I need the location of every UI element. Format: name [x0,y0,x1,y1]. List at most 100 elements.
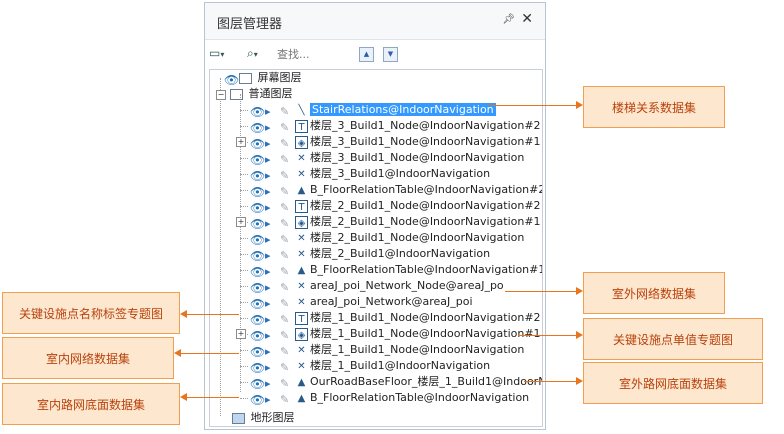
editable-pencil-icon[interactable]: ✎ [280,248,293,262]
editable-pencil-icon[interactable]: ✎ [280,376,293,390]
visibility-eye-icon[interactable]: 👁︎ [250,296,265,311]
layer-row[interactable]: 👁︎▸ ✎ ✕ 楼层_1_Build1_Node@IndoorNavigation [250,342,524,359]
collapse-toggle[interactable]: − [216,90,226,100]
visibility-eye-icon[interactable]: 👁︎ [224,72,239,87]
editable-pencil-icon[interactable]: ✎ [280,296,293,310]
selectable-arrow-icon[interactable]: ▸ [265,264,278,278]
expand-toggle[interactable]: + [236,137,246,147]
visibility-eye-icon[interactable]: 👁︎ [250,152,265,167]
layer-row[interactable]: 👁︎▸ ✎ ▲ B_FloorRelationTable@IndoorNavigati… [250,182,542,199]
editable-pencil-icon[interactable]: ✎ [280,280,293,294]
expand-toggle[interactable]: + [236,217,246,227]
selectable-arrow-icon[interactable]: ▸ [265,360,278,374]
visibility-eye-icon[interactable]: 👁︎ [250,312,265,327]
visibility-eye-icon[interactable]: 👁︎ [250,216,265,231]
network-icon: ✕ [297,248,306,260]
selectable-arrow-icon[interactable]: ▸ [265,392,278,406]
visibility-eye-icon[interactable]: 👁︎ [250,344,265,359]
editable-pencil-icon[interactable]: ✎ [280,184,293,198]
tree-line [240,110,248,111]
selectable-arrow-icon[interactable]: ▸ [265,344,278,358]
editable-pencil-icon[interactable]: ✎ [280,232,293,246]
visibility-eye-icon[interactable]: 👁︎ [250,104,265,119]
visibility-eye-icon[interactable]: 👁︎ [250,184,265,199]
visibility-eye-icon[interactable]: 👁︎ [250,200,265,215]
layer-row[interactable]: 👁︎▸ ✎ ✕ 楼层_2_Build1@IndoorNavigation [250,246,490,263]
move-up-button[interactable]: ▲ [359,47,374,62]
editable-pencil-icon[interactable]: ✎ [280,136,293,150]
layer-row[interactable]: 👁︎▸ ✎ ▲ B_FloorRelationTable@IndoorNavigati… [250,390,529,407]
layer-row[interactable]: 👁︎▸ ✎ ◈ 楼层_3_Build1_Node@IndoorNavigation#1 [250,134,541,151]
editable-pencil-icon[interactable]: ✎ [280,392,293,406]
tree-group-screen[interactable]: 👁︎ 屏幕图层 [224,70,302,87]
layer-row[interactable]: 👁︎▸ ✎ T 楼层_2_Build1_Node@IndoorNavigation#2 [250,198,541,215]
visibility-eye-icon[interactable]: 👁︎ [250,392,265,407]
editable-pencil-icon[interactable]: ✎ [280,200,293,214]
selectable-arrow-icon[interactable]: ▸ [265,200,278,214]
visibility-eye-icon[interactable]: 👁︎ [250,328,265,343]
selectable-arrow-icon[interactable]: ▸ [265,168,278,182]
selectable-arrow-icon[interactable]: ▸ [265,376,278,390]
close-icon[interactable]: ✕ [521,11,533,27]
search-input[interactable] [277,46,347,62]
visibility-eye-icon[interactable]: 👁︎ [250,248,265,263]
selectable-arrow-icon[interactable]: ▸ [265,296,278,310]
editable-pencil-icon[interactable]: ✎ [280,264,293,278]
visibility-eye-icon[interactable]: 👁︎ [250,280,265,295]
layer-row[interactable]: 👁︎▸ ✎ T 楼层_1_Build1_Node@IndoorNavigation#2 [250,310,541,327]
editable-pencil-icon[interactable]: ✎ [280,152,293,166]
unique-icon: ◈ [295,327,308,341]
layer-label: OurRoadBaseFloor_楼层_1_Build1@IndoorNa [310,375,543,388]
editable-pencil-icon[interactable]: ✎ [280,216,293,230]
layer-row[interactable]: 👁︎▸ ✎ ◈ 楼层_2_Build1_Node@IndoorNavigation#1 [250,214,541,231]
layer-row[interactable]: 👁︎▸ ✎ T 楼层_3_Build1_Node@IndoorNavigation#2 [250,118,541,135]
layer-row[interactable]: 👁︎▸ ✎ ✕ 楼层_3_Build1_Node@IndoorNavigation [250,150,524,167]
layer-row[interactable]: 👁︎▸ ✎ ✕ 楼层_3_Build1@IndoorNavigation [250,166,490,183]
selectable-arrow-icon[interactable]: ▸ [265,312,278,326]
selectable-arrow-icon[interactable]: ▸ [265,184,278,198]
expand-toggle[interactable]: + [236,329,246,339]
editable-pencil-icon[interactable]: ✎ [280,312,293,326]
visibility-eye-icon[interactable]: 👁︎ [250,376,265,391]
pin-icon[interactable]: 📌︎ [502,14,515,25]
selectable-arrow-icon[interactable]: ▸ [265,104,278,118]
region-icon: ▲ [297,184,306,196]
visibility-eye-icon[interactable]: 👁︎ [250,264,265,279]
selectable-arrow-icon[interactable]: ▸ [265,280,278,294]
selectable-arrow-icon[interactable]: ▸ [265,120,278,134]
selectable-arrow-icon[interactable]: ▸ [265,328,278,342]
editable-pencil-icon[interactable]: ✎ [280,328,293,342]
layer-row[interactable]: 👁︎▸ ✎ ✕ 楼层_2_Build1_Node@IndoorNavigation [250,230,524,247]
selectable-arrow-icon[interactable]: ▸ [265,152,278,166]
visibility-eye-icon[interactable]: 👁︎ [250,232,265,247]
layer-row[interactable]: 👁︎▸ ✎ ▲ OurRoadBaseFloor_楼层_1_Build1@Indoor… [250,374,543,391]
panel-title: 图层管理器 [217,17,283,32]
layer-row[interactable]: 👁︎▸ ✎ ▲ B_FloorRelationTable@IndoorNavigati… [250,262,542,279]
selectable-arrow-icon[interactable]: ▸ [265,248,278,262]
visibility-eye-icon[interactable]: 👁︎ [250,168,265,183]
selectable-arrow-icon[interactable]: ▸ [265,232,278,246]
layer-row[interactable]: 👁︎▸ ✎ ✕ areaJ_poi_Network_Node@areaJ_po [250,278,504,295]
layer-row[interactable]: 👁︎▸ ✎ ◈ 楼层_1_Build1_Node@IndoorNavigation#1 [250,326,541,343]
tree-group-normal[interactable]: 普通图层 [230,86,293,102]
tree-group-label: 地形图层 [250,411,295,424]
callout-outdoor-network: 室外网络数据集 [583,272,725,314]
visibility-eye-icon[interactable]: 👁︎ [250,360,265,375]
layer-row[interactable]: 👁︎▸ ✎ ✕ areaJ_poi_Network@areaJ_poi [250,294,473,311]
editable-pencil-icon[interactable]: ✎ [280,360,293,374]
selectable-arrow-icon[interactable]: ▸ [265,136,278,150]
layer-row[interactable]: 👁︎▸ ✎ ╲ StairRelations@IndoorNavigation [250,102,496,119]
move-down-button[interactable]: ▼ [383,47,398,62]
editable-pencil-icon[interactable]: ✎ [280,344,293,358]
layer-row[interactable]: 👁︎▸ ✎ ✕ 楼层_1_Build1@IndoorNavigation [250,358,490,375]
tree-group-terrain[interactable]: 地形图层 [232,410,295,426]
visibility-eye-icon[interactable]: 👁︎ [250,136,265,151]
editable-pencil-icon[interactable]: ✎ [280,120,293,134]
selectable-arrow-icon[interactable]: ▸ [265,216,278,230]
visibility-eye-icon[interactable]: 👁︎ [250,120,265,135]
editable-pencil-icon[interactable]: ✎ [280,104,293,118]
add-layer-icon[interactable]: ▭▾ [209,46,224,62]
region-icon: ▲ [297,376,306,388]
editable-pencil-icon[interactable]: ✎ [280,168,293,182]
search-icon[interactable]: ⌕▾ [247,46,258,62]
